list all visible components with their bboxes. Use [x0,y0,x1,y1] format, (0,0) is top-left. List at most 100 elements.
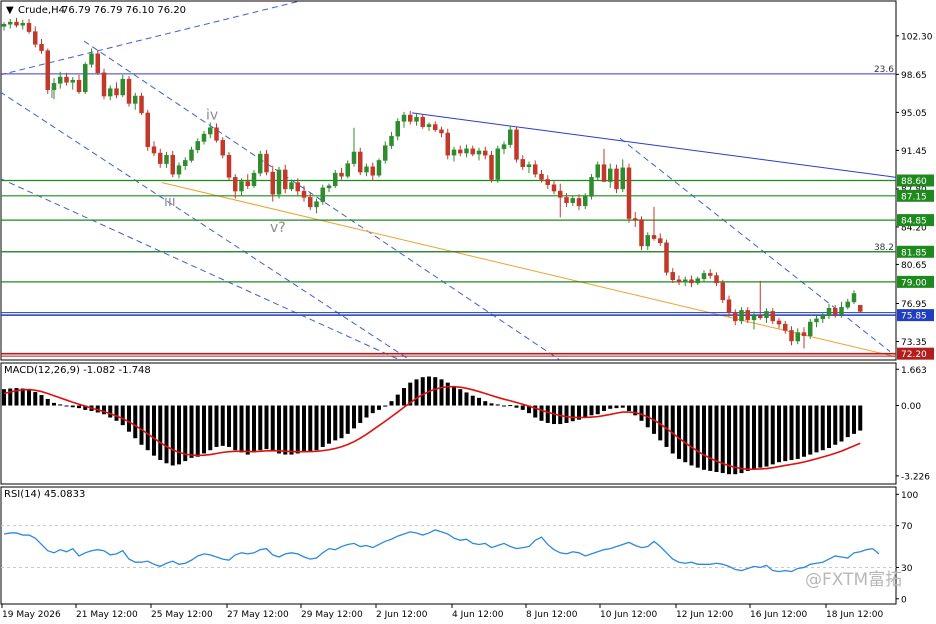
candle-body [583,196,588,207]
candle-body [833,308,838,315]
macd-histogram-bar [108,405,113,418]
macd-histogram-bar [39,395,44,406]
fxtm-watermark: @FXTM富拓 [805,570,902,590]
macd-histogram-bar [783,405,788,462]
candle-body [451,149,457,156]
rsi-frame [0,486,897,605]
macd-histogram-bar [777,405,781,463]
candle-body [758,315,763,319]
price-tick-label: 73.35 [901,338,927,348]
candle-body [620,167,625,190]
candle-body [108,88,113,97]
macd-histogram-bar [739,405,744,474]
candle-body [433,124,438,131]
rsi-line [3,529,880,573]
candle-body [633,218,638,220]
symbol-label: Crude,H4 [18,5,65,16]
macd-histogram-bar [352,405,356,429]
macd-histogram-bar [2,389,6,406]
candle-body [201,133,207,142]
macd-histogram-bar [695,405,700,468]
macd-histogram-bar [627,405,631,411]
macd-tick-label: -3.226 [901,472,930,482]
candle-body [189,149,194,161]
candle-body [14,21,19,26]
candle-body [26,22,32,32]
candle-body [595,164,600,178]
macd-histogram-bar [770,405,775,465]
time-tick-label: 19 May 2026 [2,610,61,620]
macd-histogram-bar [145,405,150,451]
macd-tick-label: 1.663 [901,366,927,376]
macd-histogram-bar [302,405,306,453]
candle-body [514,129,519,160]
macd-histogram-bar [570,405,575,422]
candle-body [658,238,663,244]
time-tick-label: 18 Jun 12:00 [826,610,883,620]
candle-body [139,95,144,114]
macd-histogram-bar [845,405,850,438]
candle-body [39,44,44,51]
price-candles [1,17,863,349]
symbol-menu-icon[interactable]: ▼ [6,5,14,16]
time-tick-label: 21 May 12:00 [76,610,138,620]
macd-histogram-bar [252,405,256,453]
candle-body [70,79,75,83]
candle-body [176,165,182,175]
macd-histogram-bar [45,398,50,406]
candle-body [576,198,582,207]
level-badge-label: 84.85 [901,217,927,227]
macd-histogram-bar [270,405,275,452]
candle-body [776,320,782,325]
candle-body [614,168,619,190]
candle-body [401,114,407,122]
candle-body [733,312,738,322]
candle-body [351,151,357,164]
candle-body [751,315,757,321]
candle-body [458,149,463,154]
macd-histogram-bar [670,405,675,454]
candle-body [426,124,432,127]
macd-histogram-bar [664,405,669,447]
candle-body [245,181,250,187]
candle-body [301,190,307,198]
candle-body [845,301,850,308]
trading-chart[interactable]: 23.638.2iiiiivv? ▼ Crude,H4 76.79 76.79 … [0,0,936,624]
price-tick-label: 91.45 [901,147,927,157]
macd-histogram-bar [133,405,138,439]
macd-histogram-bar [395,394,400,406]
macd-histogram-bar [58,404,63,406]
candle-body [383,145,388,161]
candle-body [651,235,657,239]
time-axis: 19 May 2026 21 May 12:00 25 May 12:00 27 Ma… [1,604,883,620]
candle-body [726,299,732,313]
candle-body [308,197,313,208]
price-tick-label: 95.05 [901,109,927,119]
candle-body [76,79,82,93]
macd-histogram-bar [683,405,688,463]
macd-histogram-bar [508,405,513,407]
candle-body [570,198,575,203]
macd-histogram-bar [370,405,375,414]
rsi-tick-label: 0 [901,595,907,605]
macd-histogram-bar [170,405,175,466]
macd-histogram-bar [152,405,156,456]
candle-body [170,154,175,175]
macd-histogram-bar [358,405,363,423]
macd-histogram-bar [277,405,281,454]
macd-histogram-bar [402,388,406,406]
macd-histogram-bar [677,405,681,459]
candle-body [720,282,725,301]
candle-body [708,273,713,276]
macd-histogram-bar [545,405,550,423]
ohlc-readout: 76.79 76.79 76.10 76.20 [62,5,186,16]
candle-body [45,50,50,90]
macd-histogram-bar [608,405,613,409]
candle-body [714,275,719,284]
candle-body [545,179,550,185]
candle-body [395,121,400,137]
price-tick-label: 102.30 [901,32,933,42]
candle-body [376,160,382,176]
candle-body [8,21,13,25]
candle-body [489,154,494,180]
